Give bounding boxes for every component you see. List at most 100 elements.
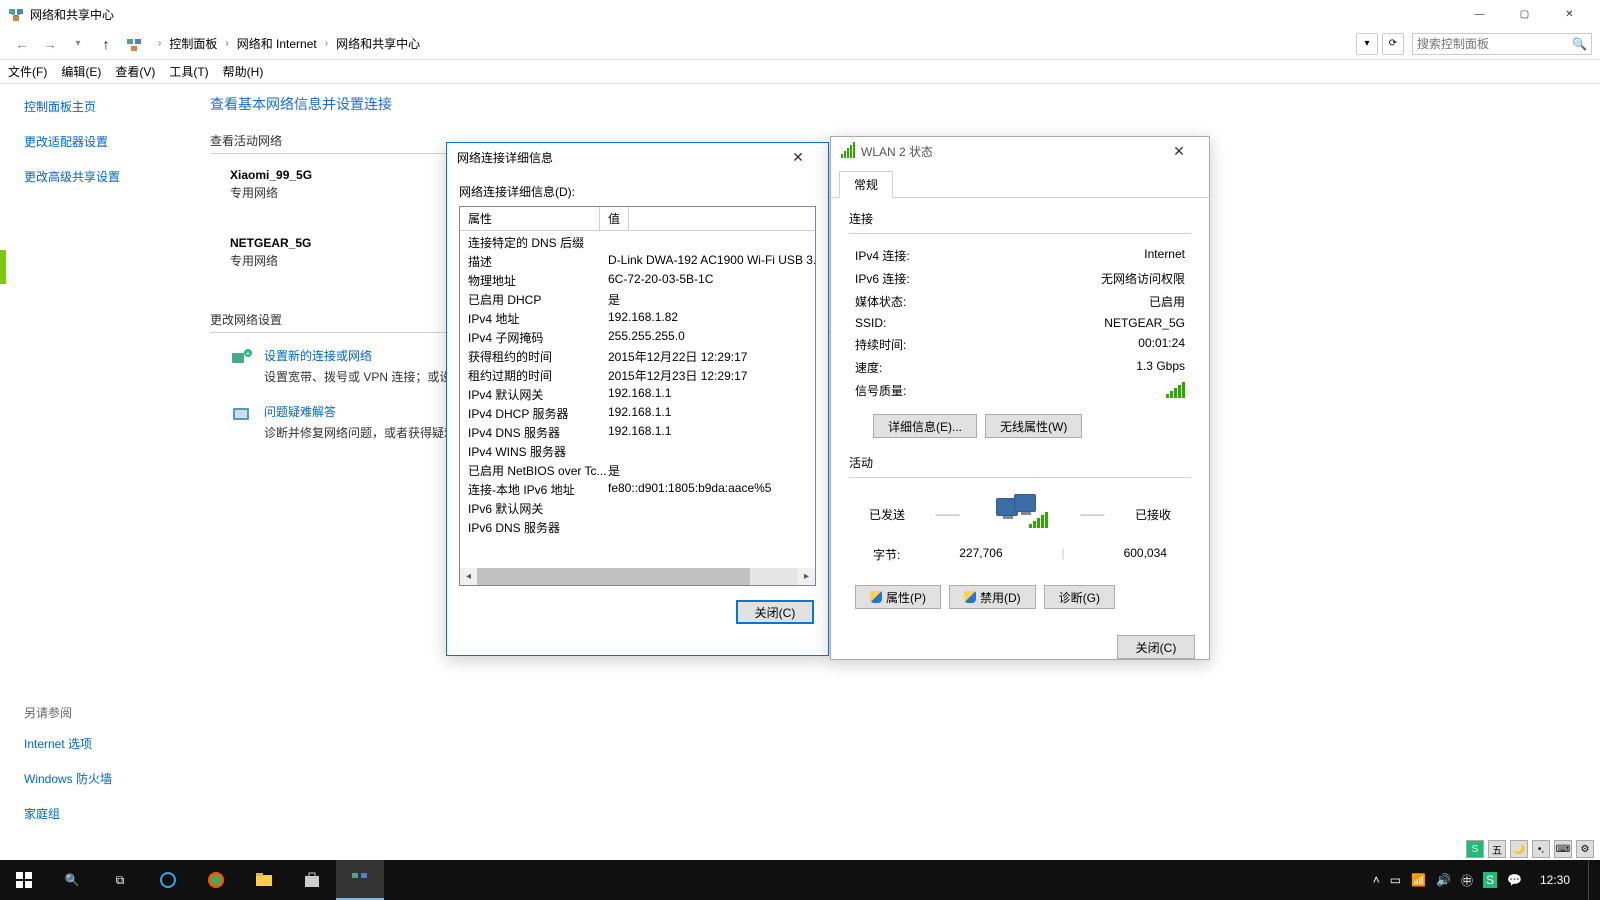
tray-moon-icon[interactable]: 🌙 xyxy=(1510,840,1528,858)
tray-keyboard-icon[interactable]: ⌨ xyxy=(1554,840,1572,858)
breadcrumb-item[interactable]: 网络和共享中心 xyxy=(334,35,422,52)
search-button[interactable]: 🔍 xyxy=(48,860,96,900)
left-edge-tab[interactable] xyxy=(0,250,6,284)
menu-file[interactable]: 文件(F) xyxy=(8,63,47,80)
received-label: 已接收 xyxy=(1135,506,1171,523)
property-row[interactable]: 租约过期的时间2015年12月23日 12:29:17 xyxy=(460,366,815,385)
close-button[interactable]: 关闭(C) xyxy=(736,600,814,624)
stat-label: 持续时间: xyxy=(855,336,906,353)
close-button[interactable]: ✕ xyxy=(1547,0,1592,28)
property-row[interactable]: 连接特定的 DNS 后缀 xyxy=(460,233,815,252)
tray-punct-icon[interactable]: •, xyxy=(1532,840,1550,858)
taskbar-firefox[interactable] xyxy=(192,860,240,900)
properties-button[interactable]: 属性(P) xyxy=(855,585,941,609)
col-property[interactable]: 属性 xyxy=(460,207,600,230)
prop-value: 192.168.1.82 xyxy=(608,310,678,327)
close-button[interactable]: 关闭(C) xyxy=(1117,635,1195,659)
taskbar-store[interactable] xyxy=(288,860,336,900)
menu-view[interactable]: 查看(V) xyxy=(115,63,155,80)
property-row[interactable]: IPv4 DNS 服务器192.168.1.1 xyxy=(460,423,815,442)
disable-button[interactable]: 禁用(D) xyxy=(949,585,1036,609)
stat-value: 1.3 Gbps xyxy=(1136,359,1185,376)
property-row[interactable]: 描述D-Link DWA-192 AC1900 Wi-Fi USB 3.0 xyxy=(460,252,815,271)
start-button[interactable] xyxy=(0,860,48,900)
breadcrumb-item[interactable]: 控制面板 xyxy=(167,35,219,52)
ime-icon[interactable]: S xyxy=(1466,840,1484,858)
task-view-button[interactable]: ⧉ xyxy=(96,860,144,900)
tray-app-icon[interactable]: S xyxy=(1483,872,1497,888)
window-title: 网络和共享中心 xyxy=(30,6,114,23)
property-row[interactable]: 连接-本地 IPv6 地址fe80::d901:1805:b9da:aace%5 xyxy=(460,480,815,499)
details-button[interactable]: 详细信息(E)... xyxy=(873,414,977,438)
seealso-internet-options[interactable]: Internet 选项 xyxy=(24,735,112,752)
sidebar-link-sharing[interactable]: 更改高级共享设置 xyxy=(24,168,190,185)
property-row[interactable]: IPv4 DHCP 服务器192.168.1.1 xyxy=(460,404,815,423)
scroll-left-button[interactable]: ◂ xyxy=(460,568,477,585)
wireless-properties-button[interactable]: 无线属性(W) xyxy=(985,414,1082,438)
search-field[interactable] xyxy=(1417,37,1572,51)
seealso-header: 另请参阅 xyxy=(24,704,112,721)
dialog-close-button[interactable]: ✕ xyxy=(778,145,818,169)
horizontal-scrollbar[interactable]: ◂ ▸ xyxy=(460,568,815,585)
property-row[interactable]: 获得租约的时间2015年12月22日 12:29:17 xyxy=(460,347,815,366)
col-value[interactable]: 值 xyxy=(600,207,629,230)
property-row[interactable]: 物理地址6C-72-20-03-5B-1C xyxy=(460,271,815,290)
scroll-thumb[interactable] xyxy=(477,568,750,585)
property-row[interactable]: 已启用 NetBIOS over Tc...是 xyxy=(460,461,815,480)
status-row: IPv6 连接: 无网络访问权限 xyxy=(849,267,1191,290)
tray-chevron-up-icon[interactable]: ˄ xyxy=(1373,873,1380,887)
tray-ime-icon[interactable]: ㊥ xyxy=(1461,872,1473,889)
menu-tools[interactable]: 工具(T) xyxy=(169,63,208,80)
taskbar-edge[interactable] xyxy=(144,860,192,900)
clock[interactable]: 12:30 xyxy=(1532,873,1578,887)
shield-icon xyxy=(870,591,882,603)
tray-notifications-icon[interactable]: 💬 xyxy=(1507,873,1522,887)
search-input[interactable]: 🔍 xyxy=(1412,33,1592,55)
menu-help[interactable]: 帮助(H) xyxy=(223,63,264,80)
property-row[interactable]: IPv6 默认网关 xyxy=(460,499,815,518)
show-desktop-button[interactable] xyxy=(1588,860,1594,900)
stat-label: IPv6 连接: xyxy=(855,270,910,287)
tray-network-icon[interactable]: 📶 xyxy=(1411,873,1426,887)
tray-settings-icon[interactable]: ⚙ xyxy=(1576,840,1594,858)
property-row[interactable]: IPv4 默认网关192.168.1.1 xyxy=(460,385,815,404)
recent-dropdown[interactable]: ▾ xyxy=(64,32,92,56)
properties-header: 属性 值 xyxy=(460,207,815,231)
stat-value: 无网络访问权限 xyxy=(1101,270,1185,287)
taskbar-control-panel[interactable] xyxy=(336,860,384,900)
tab-general[interactable]: 常规 xyxy=(839,171,893,198)
dialog-titlebar[interactable]: WLAN 2 状态 ✕ xyxy=(831,137,1209,165)
property-row[interactable]: IPv4 地址192.168.1.82 xyxy=(460,309,815,328)
minimize-button[interactable]: — xyxy=(1457,0,1502,28)
diagnose-button[interactable]: 诊断(G) xyxy=(1044,585,1115,609)
group-activity: 活动 xyxy=(849,454,1191,471)
menu-edit[interactable]: 编辑(E) xyxy=(61,63,101,80)
prop-value: 255.255.255.0 xyxy=(608,329,685,346)
address-dropdown[interactable]: ▾ xyxy=(1356,33,1378,55)
tray-battery-icon[interactable]: ▭ xyxy=(1390,873,1401,887)
back-button[interactable]: ← xyxy=(8,32,36,56)
property-row[interactable]: 已启用 DHCP是 xyxy=(460,290,815,309)
sidebar-link-home[interactable]: 控制面板主页 xyxy=(24,98,190,115)
svg-text:+: + xyxy=(246,349,251,358)
tray-volume-icon[interactable]: 🔊 xyxy=(1436,873,1451,887)
dialog-close-button[interactable]: ✕ xyxy=(1159,139,1199,163)
refresh-button[interactable]: ⟳ xyxy=(1382,33,1404,55)
breadcrumb[interactable]: › 控制面板 › 网络和 Internet › 网络和共享中心 xyxy=(148,33,1352,55)
ime-mode-icon[interactable]: 五 xyxy=(1488,840,1506,858)
property-row[interactable]: IPv4 子网掩码255.255.255.0 xyxy=(460,328,815,347)
maximize-button[interactable]: ▢ xyxy=(1502,0,1547,28)
dialog-connection-details: 网络连接详细信息 ✕ 网络连接详细信息(D): 属性 值 连接特定的 DNS 后… xyxy=(446,142,829,656)
property-row[interactable]: IPv4 WINS 服务器 xyxy=(460,442,815,461)
sidebar-link-adapter[interactable]: 更改适配器设置 xyxy=(24,133,190,150)
seealso-firewall[interactable]: Windows 防火墙 xyxy=(24,770,112,787)
breadcrumb-item[interactable]: 网络和 Internet xyxy=(235,35,319,52)
seealso-homegroup[interactable]: 家庭组 xyxy=(24,805,112,822)
taskbar-explorer[interactable] xyxy=(240,860,288,900)
dialog-titlebar[interactable]: 网络连接详细信息 ✕ xyxy=(447,143,828,171)
dialog-title: WLAN 2 状态 xyxy=(861,143,933,160)
up-button[interactable]: ↑ xyxy=(92,32,120,56)
forward-button[interactable]: → xyxy=(36,32,64,56)
property-row[interactable]: IPv6 DNS 服务器 xyxy=(460,518,815,537)
scroll-right-button[interactable]: ▸ xyxy=(798,568,815,585)
